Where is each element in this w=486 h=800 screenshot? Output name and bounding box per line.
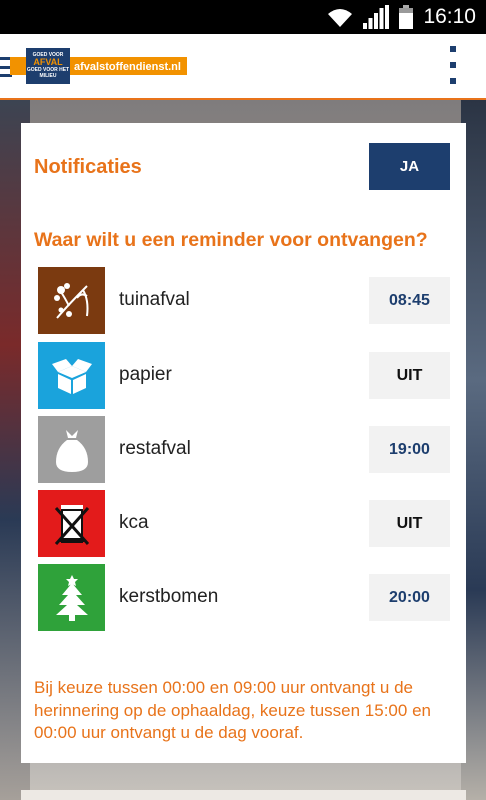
logo-text: afvalstoffendienst.nl: [70, 57, 187, 75]
waste-bag-icon: [55, 429, 88, 472]
reminder-row-tuinafval: tuinafval 08:45: [38, 267, 453, 335]
paper-box-icon: [51, 358, 92, 394]
reminder-time-button[interactable]: 20:00: [369, 574, 450, 621]
item-label: kca: [119, 512, 149, 533]
reminder-footnote: Bij keuze tussen 00:00 en 09:00 uur ontv…: [34, 678, 431, 742]
reminder-row-papier: papier UIT: [38, 342, 453, 410]
christmas-tree-tile: [38, 564, 105, 631]
reminder-time-button[interactable]: 08:45: [369, 277, 450, 324]
item-label: restafval: [119, 438, 191, 459]
logo-tag-bottom: MILIEU: [39, 72, 57, 79]
item-label: kerstbomen: [119, 586, 219, 607]
chemical-waste-tile: [38, 490, 105, 557]
next-card-edge: [21, 790, 466, 800]
status-bar: 16:10: [0, 0, 486, 34]
chemical-waste-icon: [54, 504, 89, 545]
clock-time: 16:10: [423, 5, 476, 28]
paper-tile: [38, 342, 105, 409]
reminder-row-kerstbomen: kerstbomen 20:00: [38, 564, 453, 632]
christmas-tree-icon: [55, 574, 88, 621]
notifications-label: Notificaties: [34, 156, 142, 178]
reminder-row-restafval: restafval 19:00: [38, 416, 453, 484]
app-logo: GOED VOOR AFVAL GOED VOOR HET MILIEU afv…: [10, 48, 187, 84]
notifications-toggle-button[interactable]: JA: [369, 143, 450, 190]
overflow-menu-icon[interactable]: [450, 46, 456, 84]
signal-icon: [363, 5, 390, 29]
reminder-time-button[interactable]: UIT: [369, 500, 450, 547]
reminder-row-kca: kca UIT: [38, 490, 453, 558]
logo-mark: GOED VOOR AFVAL GOED VOOR HET MILIEU: [26, 48, 70, 84]
garden-waste-icon: [53, 282, 88, 319]
logo-accent-strip: [10, 57, 26, 75]
reminder-time-button[interactable]: 19:00: [369, 426, 450, 473]
garden-waste-tile: [38, 267, 105, 334]
notification-settings-card: Notificaties JA Waar wilt u een reminder…: [21, 123, 466, 763]
reminder-question: Waar wilt u een reminder voor ontvangen?: [34, 229, 428, 251]
item-label: papier: [119, 364, 172, 385]
app-header: GOED VOOR AFVAL GOED VOOR HET MILIEU afv…: [0, 34, 486, 100]
wifi-icon: [327, 5, 353, 29]
reminder-time-button[interactable]: UIT: [369, 352, 450, 399]
item-label: tuinafval: [119, 289, 190, 310]
residual-waste-tile: [38, 416, 105, 483]
battery-icon: [399, 5, 414, 29]
